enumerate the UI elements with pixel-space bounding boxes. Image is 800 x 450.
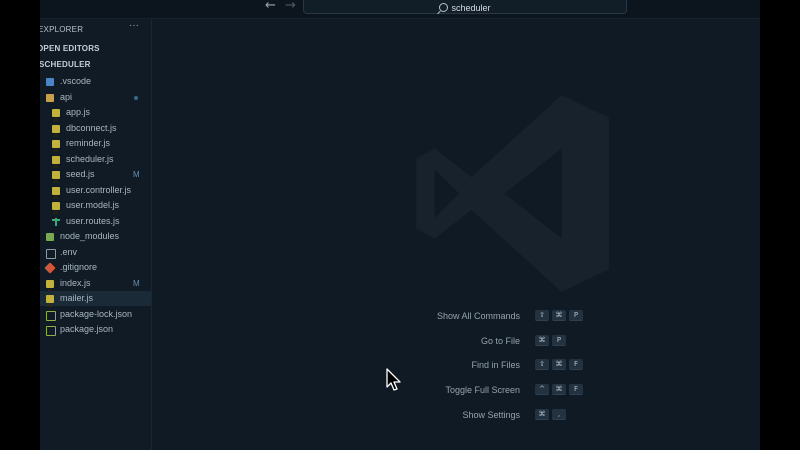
file-tree-item[interactable]: scheduler.js — [40, 152, 151, 174]
keycap: ⌘ — [552, 359, 566, 371]
node-modules-folder-icon — [46, 233, 54, 241]
shortcut-row[interactable]: Toggle Full Screen ^ ⌘ F — [152, 383, 760, 397]
command-center-search[interactable]: scheduler — [303, 0, 627, 14]
forward-arrow-icon[interactable]: → — [285, 0, 296, 14]
file-tree-item[interactable]: user.routes.js — [40, 214, 151, 229]
editor-area: Show All Commands ⇧ ⌘ P Go to File ⌘ P Find in … — [152, 19, 760, 450]
shortcut-keys: ⌘, — [535, 408, 569, 426]
title-bar: ← → scheduler — [40, 0, 760, 19]
explorer-sidebar: EXPLORER ··· OPEN EDITORS SCHEDULER .vsc… — [40, 19, 152, 450]
file-tree-item[interactable]: app.js — [40, 105, 151, 127]
keycap: P — [569, 310, 583, 321]
file-tree-item[interactable]: package.json — [40, 322, 151, 337]
back-arrow-icon[interactable]: ← — [265, 0, 276, 14]
file-tree-item[interactable]: user.controller.js — [40, 183, 151, 205]
file-tree-item[interactable]: seed.js M — [40, 167, 151, 189]
file-tree-item[interactable]: .vscode — [40, 74, 151, 89]
file-tree-item-label: mailer.js — [60, 293, 94, 303]
file-tree-item-label: package.json — [60, 324, 114, 334]
js-file-icon — [52, 124, 60, 143]
open-editors-section[interactable]: OPEN EDITORS — [40, 44, 100, 53]
file-tree-item-label: user.model.js — [66, 200, 120, 210]
file-tree-item[interactable]: api — [40, 90, 151, 105]
file-tree-item-label: app.js — [66, 107, 91, 117]
keycap: ^ — [535, 384, 549, 396]
json-file-icon — [46, 326, 56, 336]
file-tree-item-label: user.controller.js — [66, 184, 132, 195]
shortcut-label: Find in Files — [471, 360, 520, 371]
file-tree-item[interactable]: node_modules — [40, 229, 151, 244]
shortcut-keys: ⇧ ⌘ P — [535, 309, 586, 327]
keycap: F — [569, 359, 583, 371]
folder-open-icon — [46, 93, 54, 102]
keycap: ⌘ — [535, 408, 549, 420]
shortcut-label: Go to File — [480, 335, 520, 346]
file-tree-item[interactable]: index.js M — [40, 276, 151, 298]
file-tree-item-label: index.js — [60, 277, 91, 288]
file-tree-item-label: .vscode — [60, 76, 92, 86]
file-tree-item-label: scheduler.js — [66, 153, 114, 164]
shortcut-keys: ⌘ P — [535, 334, 569, 352]
keycap: F — [569, 384, 583, 396]
explorer-title: EXPLORER — [40, 25, 84, 34]
shortcut-label: Show Settings — [462, 409, 520, 420]
routes-file-icon — [52, 217, 60, 226]
file-tree-item[interactable]: .gitignore — [40, 260, 151, 275]
search-icon — [439, 3, 449, 12]
file-tree-item[interactable]: reminder.js — [40, 136, 151, 158]
env-file-icon — [46, 248, 56, 259]
shortcut-row[interactable]: Show Settings ⌘, — [152, 408, 760, 422]
json-file-icon — [46, 310, 56, 321]
shortcut-label: Show All Commands — [436, 311, 520, 321]
keycap: ⌘ — [552, 310, 566, 321]
file-tree-item[interactable]: .env — [40, 245, 151, 260]
keycap: ⇧ — [535, 310, 549, 321]
file-tree-item[interactable]: user.model.js — [40, 198, 151, 220]
project-section[interactable]: SCHEDULER — [40, 60, 91, 69]
search-text: scheduler — [451, 3, 491, 13]
shortcut-label: Toggle Full Screen — [445, 385, 520, 396]
file-tree-item[interactable]: dbconnect.js — [40, 121, 151, 143]
vscode-logo-watermark-icon — [416, 95, 609, 292]
file-tree-item-label: user.routes.js — [66, 215, 120, 226]
more-actions-icon[interactable]: ··· — [129, 20, 139, 31]
modified-dot-icon — [134, 95, 138, 100]
file-tree-item[interactable]: mailer.js — [40, 291, 151, 313]
js-file-icon — [52, 140, 60, 158]
js-file-icon — [52, 202, 60, 220]
file-tree-item-label: .gitignore — [60, 262, 98, 272]
js-file-icon — [46, 295, 54, 313]
file-tree-item-label: node_modules — [60, 231, 120, 241]
keycap: ⌘ — [535, 334, 549, 346]
js-file-icon — [52, 155, 60, 174]
shortcut-row[interactable]: Show All Commands ⇧ ⌘ P — [152, 309, 760, 323]
js-file-icon — [46, 279, 54, 298]
shortcut-keys: ⇧ ⌘ F — [535, 358, 586, 376]
git-status-badge: M — [133, 170, 140, 179]
keycap: , — [552, 408, 566, 420]
file-tree-item-label: api — [60, 91, 73, 102]
git-status-badge: M — [133, 278, 140, 288]
keycap: ⇧ — [535, 359, 549, 371]
folder-icon — [46, 78, 54, 86]
keycap: ⌘ — [552, 384, 566, 396]
js-file-icon — [52, 171, 60, 189]
file-tree-item-label: .env — [60, 246, 78, 257]
file-tree-item-label: seed.js — [66, 169, 95, 179]
js-file-icon — [52, 109, 60, 127]
shortcut-keys: ^ ⌘ F — [535, 383, 586, 401]
file-tree-item[interactable]: package-lock.json — [40, 307, 151, 322]
file-tree-item-label: package-lock.json — [60, 308, 133, 319]
file-tree-item-label: reminder.js — [66, 138, 111, 148]
git-file-icon — [44, 262, 56, 274]
keycap: P — [552, 334, 566, 346]
shortcut-row[interactable]: Find in Files ⇧ ⌘ F — [152, 358, 760, 372]
shortcut-row[interactable]: Go to File ⌘ P — [152, 334, 760, 348]
mouse-pointer-icon — [386, 368, 401, 391]
file-tree-item-label: dbconnect.js — [66, 122, 117, 133]
js-file-icon — [52, 186, 60, 205]
